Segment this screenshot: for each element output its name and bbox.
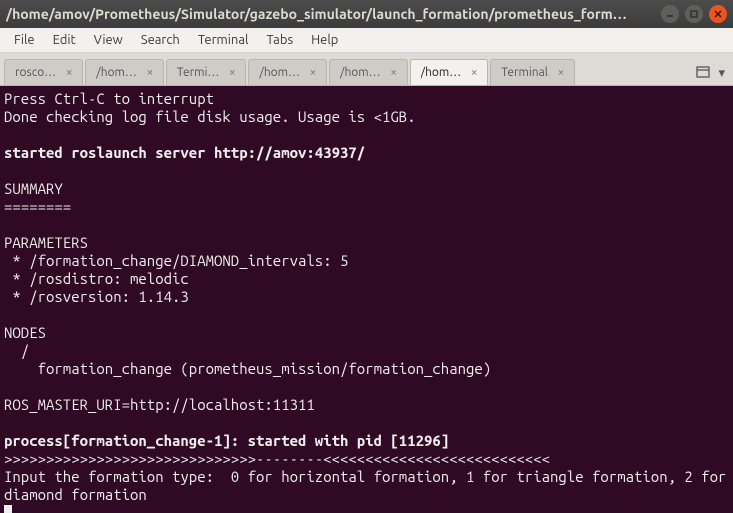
tab-6[interactable]: Terminal × — [490, 59, 575, 85]
tab-3[interactable]: /hom… × — [248, 59, 327, 85]
tab-1[interactable]: /hom… × — [85, 59, 164, 85]
tab-0[interactable]: rosco… × — [4, 59, 83, 85]
close-icon[interactable]: × — [306, 66, 320, 80]
close-icon[interactable]: × — [225, 66, 239, 80]
titlebar: /home/amov/Prometheus/Simulator/gazebo_s… — [0, 0, 733, 28]
terminal-line: >>>>>>>>>>>>>>>>>>>>>>>>>>>>>>--------<<… — [4, 450, 729, 468]
minimize-button[interactable] — [661, 5, 679, 23]
terminal-line: Input the formation type: 0 for horizont… — [4, 468, 729, 504]
tab-label: Termi… — [177, 66, 220, 79]
cursor — [4, 505, 12, 513]
terminal-line — [4, 126, 729, 144]
terminal-output[interactable]: Press Ctrl-C to interruptDone checking l… — [0, 86, 733, 513]
terminal-line: formation_change (prometheus_mission/for… — [4, 360, 729, 378]
terminal-line: NODES — [4, 324, 729, 342]
close-icon[interactable]: × — [554, 66, 568, 80]
terminal-line: Press Ctrl-C to interrupt — [4, 90, 729, 108]
tab-2[interactable]: Termi… × — [166, 59, 247, 85]
menu-item-search[interactable]: Search — [133, 31, 188, 49]
menu-item-help[interactable]: Help — [303, 31, 346, 49]
terminal-input-line[interactable] — [4, 504, 729, 513]
menu-item-view[interactable]: View — [86, 31, 131, 49]
close-icon[interactable]: × — [62, 66, 76, 80]
close-icon[interactable]: × — [467, 66, 481, 80]
terminal-line — [4, 216, 729, 234]
menu-item-tabs[interactable]: Tabs — [258, 31, 301, 49]
menubar: FileEditViewSearchTerminalTabsHelp — [0, 28, 733, 53]
terminal-line: SUMMARY — [4, 180, 729, 198]
tab-label: Terminal — [501, 66, 548, 79]
menu-item-terminal[interactable]: Terminal — [190, 31, 257, 49]
close-icon[interactable]: × — [387, 66, 401, 80]
tab-5[interactable]: /hom… × — [410, 59, 489, 85]
close-button[interactable] — [709, 5, 727, 23]
tab-label: /hom… — [96, 66, 137, 79]
window-title: /home/amov/Prometheus/Simulator/gazebo_s… — [6, 6, 661, 22]
terminal-line: PARAMETERS — [4, 234, 729, 252]
terminal-line — [4, 378, 729, 396]
tab-label: /hom… — [259, 66, 300, 79]
terminal-line: * /formation_change/DIAMOND_intervals: 5 — [4, 252, 729, 270]
menu-item-file[interactable]: File — [6, 31, 43, 49]
new-tab-icon[interactable] — [696, 65, 712, 82]
terminal-line: ======== — [4, 198, 729, 216]
tab-label: /hom… — [340, 66, 381, 79]
tab-overflow-controls: ▾ — [692, 65, 729, 85]
terminal-line — [4, 306, 729, 324]
menu-item-edit[interactable]: Edit — [45, 31, 84, 49]
tabbar: rosco…×/hom…×Termi…×/hom…×/hom…×/hom…×Te… — [0, 53, 733, 86]
terminal-line: * /rosdistro: melodic — [4, 270, 729, 288]
chevron-down-icon[interactable]: ▾ — [718, 66, 725, 81]
terminal-line: Done checking log file disk usage. Usage… — [4, 108, 729, 126]
maximize-button[interactable] — [685, 5, 703, 23]
terminal-line: started roslaunch server http://amov:439… — [4, 144, 729, 162]
terminal-line — [4, 162, 729, 180]
tab-label: /hom… — [421, 66, 462, 79]
terminal-line: * /rosversion: 1.14.3 — [4, 288, 729, 306]
terminal-line: process[formation_change-1]: started wit… — [4, 432, 729, 450]
tab-label: rosco… — [15, 66, 56, 79]
terminal-line: ROS_MASTER_URI=http://localhost:11311 — [4, 396, 729, 414]
tab-4[interactable]: /hom… × — [329, 59, 408, 85]
close-icon[interactable]: × — [143, 66, 157, 80]
terminal-line: / — [4, 342, 729, 360]
terminal-line — [4, 414, 729, 432]
window-controls — [661, 5, 727, 23]
